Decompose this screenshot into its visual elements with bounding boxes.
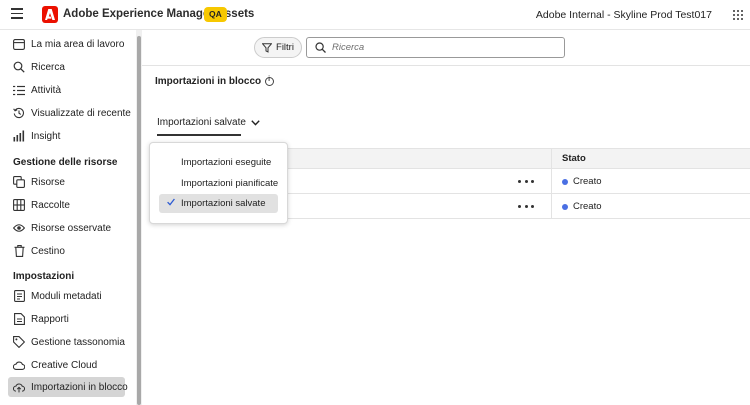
search-icon <box>13 61 25 73</box>
sidebar-item-recent[interactable]: Visualizzate di recente <box>8 103 131 123</box>
column-header-status[interactable]: Stato <box>562 153 586 164</box>
sidebar-item-label: Insight <box>31 130 61 142</box>
workspace-icon <box>13 38 25 50</box>
organization-name[interactable]: Adobe Internal - Skyline Prod Test017 <box>536 9 712 21</box>
sidebar-item-metadata-forms[interactable]: Moduli metadati <box>8 286 125 306</box>
search-field[interactable] <box>306 37 565 58</box>
assets-icon <box>13 176 25 188</box>
view-menu-popover: Importazioni eseguite Importazioni piani… <box>149 142 288 224</box>
checkmark-icon <box>167 198 175 206</box>
sidebar-item-label: Moduli metadati <box>31 290 102 302</box>
status-label: Creato <box>573 176 602 187</box>
filter-button-label: Filtri <box>276 42 294 53</box>
menu-item-executed-imports[interactable]: Importazioni eseguite <box>159 153 278 172</box>
view-picker-label: Importazioni salvate <box>157 117 246 128</box>
cloud-upload-icon <box>13 381 25 393</box>
search-input[interactable] <box>332 42 552 53</box>
menu-item-label: Importazioni salvate <box>181 198 266 209</box>
sidebar-item-label: Creative Cloud <box>31 359 98 371</box>
sidebar-item-label: Risorse osservate <box>31 222 112 234</box>
app-switcher-icon[interactable] <box>733 10 743 20</box>
sidebar-item-label: Gestione tassonomia <box>31 336 125 348</box>
sidebar-item-assets[interactable]: Risorse <box>8 172 125 192</box>
menu-item-label: Importazioni pianificate <box>181 178 279 189</box>
view-picker-underline <box>157 134 241 136</box>
sidebar-item-label: La mia area di lavoro <box>31 38 125 50</box>
scrollbar-thumb[interactable] <box>137 36 141 405</box>
filter-button[interactable]: Filtri <box>254 37 302 58</box>
environment-badge: QA <box>204 7 227 22</box>
status-badge: Creato <box>562 201 602 212</box>
status-dot <box>562 203 568 210</box>
chevron-down-icon <box>251 119 260 126</box>
metadata-forms-icon <box>13 290 25 302</box>
sidebar-item-workspace[interactable]: La mia area di lavoro <box>8 34 125 54</box>
sidebar-section-assets: Gestione delle risorse <box>13 157 118 168</box>
menu-item-saved-imports[interactable]: Importazioni salvate <box>159 194 278 213</box>
search-icon <box>315 42 326 53</box>
info-icon[interactable] <box>265 76 275 86</box>
page-title: Importazioni in blocco <box>155 76 275 87</box>
sidebar-item-tasks[interactable]: Attività <box>8 80 125 100</box>
chart-icon <box>13 130 25 142</box>
top-bar: Adobe Experience Manager Assets QA Adobe… <box>0 0 750 30</box>
sidebar-item-reports[interactable]: Rapporti <box>8 309 125 329</box>
sidebar-item-label: Ricerca <box>31 61 65 73</box>
status-dot <box>562 178 568 185</box>
sidebar-item-insight[interactable]: Insight <box>8 126 125 146</box>
sidebar-item-label: Importazioni in blocco <box>31 381 128 393</box>
more-actions-icon[interactable] <box>518 176 534 186</box>
sidebar-item-watched-assets[interactable]: Risorse osservate <box>8 218 125 238</box>
sidebar-item-creative-cloud[interactable]: Creative Cloud <box>8 355 125 375</box>
sidebar-item-bulk-import[interactable]: Importazioni in blocco <box>8 377 128 397</box>
reports-icon <box>13 313 25 325</box>
sidebar-section-settings: Impostazioni <box>13 271 75 282</box>
sidebar-item-label: Raccolte <box>31 199 70 211</box>
adobe-logo-icon <box>42 6 58 23</box>
sidebar-item-search[interactable]: Ricerca <box>8 57 125 77</box>
menu-item-scheduled-imports[interactable]: Importazioni pianificate <box>159 174 278 193</box>
status-badge: Creato <box>562 176 602 187</box>
sidebar-item-label: Attività <box>31 84 62 96</box>
page-title-text: Importazioni in blocco <box>155 76 262 87</box>
toolbar-divider <box>142 65 750 66</box>
history-icon <box>13 107 25 119</box>
tasks-icon <box>13 84 25 96</box>
sidebar-item-taxonomy[interactable]: Gestione tassonomia <box>8 332 125 352</box>
eye-icon <box>13 222 25 234</box>
sidebar-item-label: Risorse <box>31 176 65 188</box>
sidebar-item-trash[interactable]: Cestino <box>8 241 125 261</box>
sidebar-item-label: Rapporti <box>31 313 69 325</box>
view-picker[interactable]: Importazioni salvate <box>157 117 260 128</box>
tag-icon <box>13 336 25 348</box>
filter-icon <box>262 42 273 53</box>
status-label: Creato <box>573 201 602 212</box>
sidebar-item-label: Cestino <box>31 245 65 257</box>
more-actions-icon[interactable] <box>518 201 534 211</box>
sidebar-item-collections[interactable]: Raccolte <box>8 195 125 215</box>
trash-icon <box>13 245 25 257</box>
menu-item-label: Importazioni eseguite <box>181 157 272 168</box>
hamburger-menu-icon[interactable] <box>11 8 23 20</box>
sidebar-item-label: Visualizzate di recente <box>31 107 131 119</box>
creative-cloud-icon <box>13 359 25 371</box>
collections-icon <box>13 199 25 211</box>
